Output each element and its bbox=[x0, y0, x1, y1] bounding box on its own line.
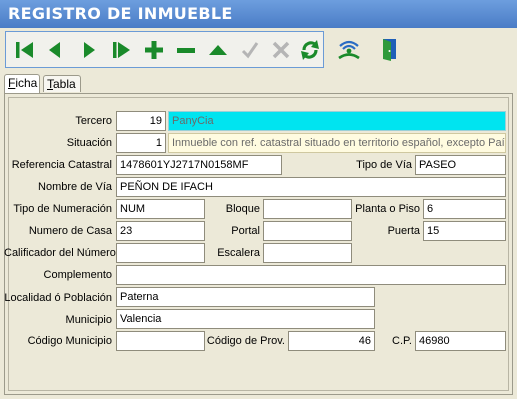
skip-last-icon bbox=[113, 42, 130, 58]
edit-record-button[interactable] bbox=[205, 37, 231, 63]
calificador-numero-field[interactable] bbox=[116, 243, 205, 263]
cancel-button[interactable] bbox=[268, 37, 294, 63]
refresh-button[interactable] bbox=[297, 37, 323, 63]
nombre-via-label: Nombre de Vía bbox=[38, 181, 112, 193]
tipo-numeracion-field[interactable]: NUM bbox=[116, 199, 205, 219]
nombre-via-field[interactable]: PEÑON DE IFACH bbox=[116, 177, 506, 197]
extra-toolbar bbox=[328, 31, 416, 68]
triangle-right-icon bbox=[84, 42, 95, 58]
escalera-field[interactable] bbox=[263, 243, 352, 263]
triangle-left-icon bbox=[49, 42, 60, 58]
catastro-button[interactable] bbox=[336, 36, 362, 62]
codigo-municipio-field[interactable] bbox=[116, 331, 205, 351]
exit-door-icon bbox=[383, 39, 396, 61]
next-record-button[interactable] bbox=[76, 37, 102, 63]
navigation-toolbar bbox=[5, 31, 324, 68]
localidad-field[interactable]: Paterna bbox=[116, 287, 375, 307]
minus-icon bbox=[177, 48, 195, 53]
confirm-button[interactable] bbox=[237, 37, 263, 63]
numero-casa-label: Numero de Casa bbox=[28, 225, 112, 237]
tipo-via-label: Tipo de Vía bbox=[356, 159, 412, 171]
puerta-label: Puerta bbox=[387, 225, 420, 237]
exit-button[interactable] bbox=[376, 36, 402, 62]
portal-label: Portal bbox=[231, 225, 260, 237]
window-title: REGISTRO DE INMUEBLE bbox=[8, 4, 233, 23]
situacion-code-field[interactable]: 1 bbox=[116, 133, 166, 153]
tercero-code-field[interactable]: 19 bbox=[116, 111, 166, 131]
refresh-icon bbox=[301, 40, 319, 60]
tipo-numeracion-label: Tipo de Numeración bbox=[13, 203, 112, 215]
numero-casa-field[interactable]: 23 bbox=[116, 221, 205, 241]
last-record-button[interactable] bbox=[109, 37, 135, 63]
triangle-up-icon bbox=[209, 45, 227, 55]
referencia-catastral-field[interactable]: 1478601YJ2717N0158MF bbox=[116, 155, 282, 175]
portal-field[interactable] bbox=[263, 221, 352, 241]
cp-field[interactable]: 46980 bbox=[415, 331, 506, 351]
cp-label: C.P. bbox=[392, 335, 412, 347]
bloque-label: Bloque bbox=[225, 203, 260, 215]
municipio-label: Municipio bbox=[65, 314, 112, 326]
previous-record-button[interactable] bbox=[42, 37, 68, 63]
tab-ficha[interactable]: Ficha bbox=[4, 74, 40, 93]
tab-tabla[interactable]: Tabla bbox=[43, 75, 81, 92]
complemento-field[interactable] bbox=[116, 265, 506, 285]
planta-piso-label: Planta o Piso bbox=[355, 203, 420, 215]
delete-record-button[interactable] bbox=[173, 37, 199, 63]
codigo-prov-field[interactable]: 46 bbox=[288, 331, 375, 351]
municipio-field[interactable]: Valencia bbox=[116, 309, 375, 329]
x-icon bbox=[272, 41, 290, 59]
tercero-label: Tercero bbox=[75, 115, 112, 127]
first-record-button[interactable] bbox=[12, 37, 38, 63]
codigo-prov-label: Código de Prov. bbox=[206, 335, 285, 347]
referencia-catastral-label: Referencia Catastral bbox=[11, 159, 112, 171]
escalera-label: Escalera bbox=[217, 247, 260, 259]
skip-first-icon bbox=[16, 42, 33, 58]
title-bar: REGISTRO DE INMUEBLE bbox=[0, 0, 517, 28]
situacion-text-field[interactable]: Inmueble con ref. catastral situado en t… bbox=[168, 133, 506, 153]
tipo-via-field[interactable]: PASEO bbox=[415, 155, 506, 175]
puerta-field[interactable]: 15 bbox=[423, 221, 506, 241]
add-record-button[interactable] bbox=[141, 37, 167, 63]
codigo-municipio-label: Código Municipio bbox=[27, 335, 112, 347]
checkmark-icon bbox=[241, 42, 259, 59]
complemento-label: Complemento bbox=[43, 269, 112, 281]
plus-icon bbox=[145, 41, 163, 59]
planta-piso-field[interactable]: 6 bbox=[423, 199, 506, 219]
situacion-label: Situación bbox=[66, 137, 112, 149]
antenna-signal-icon bbox=[338, 40, 360, 60]
calificador-numero-label: Calificador del Número bbox=[4, 247, 116, 259]
bloque-field[interactable] bbox=[263, 199, 352, 219]
localidad-label: Localidad ó Población bbox=[4, 292, 112, 304]
tercero-name-field[interactable]: PanyCia bbox=[168, 111, 506, 131]
